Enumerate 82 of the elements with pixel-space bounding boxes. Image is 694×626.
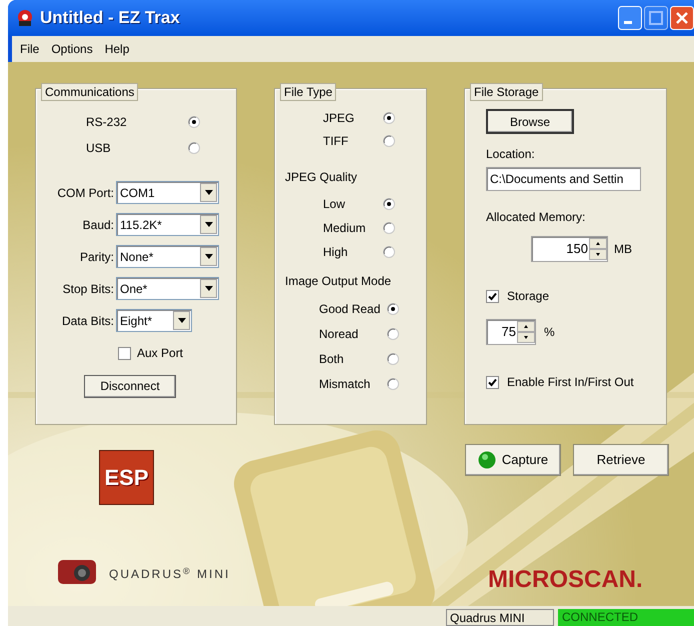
dropdown[interactable]: Eight* [116,309,192,332]
radio-button[interactable] [383,134,395,146]
checkbox-label: Storage [507,288,550,305]
status-text: Quadrus MINI [446,609,554,626]
app-icon [16,9,34,27]
brand-logo: MICROSCAN. [488,565,643,595]
spin-box[interactable]: 75 [486,319,536,345]
radio-button[interactable] [383,198,395,210]
checkbox-label: Enable First In/First Out [507,374,634,391]
dropdown[interactable]: COM1 [116,181,219,204]
radio-button[interactable] [383,246,395,258]
option-label: RS-232 [86,114,128,131]
maximize-icon[interactable] [644,6,668,30]
field-label: Parity: [78,248,115,266]
group-title: File Type [280,83,336,101]
field-label: Stop Bits: [62,280,115,298]
dropdown[interactable]: One* [116,277,219,300]
unit-label: MB [614,241,632,258]
dropdown[interactable]: None* [116,245,219,268]
group-title: File Storage [470,83,543,101]
group-title: Communications [41,83,138,101]
close-icon[interactable] [670,6,694,30]
button[interactable]: Retrieve [573,444,669,476]
radio-button[interactable] [387,328,399,340]
option-label: Good Read [319,300,382,318]
checkbox[interactable] [486,376,499,388]
dropdown[interactable]: 115.2K* [116,213,219,236]
option-label: JPEG [323,110,356,126]
caret-icon [204,286,212,291]
button[interactable]: Capture [465,444,561,476]
caret-icon [204,254,212,259]
option-label: Both [319,350,345,368]
checkbox-label: Aux Port [137,345,184,362]
text-field[interactable]: C:\Documents and Settin [486,167,641,191]
spin-value: 75 [500,323,517,342]
radio-button[interactable] [387,352,399,364]
field-label: Allocated Memory: [486,209,586,226]
option-label: TIFF [323,132,350,150]
menu-item[interactable]: File [14,40,46,58]
option-label: Mismatch [319,376,372,392]
option-label: Noread [319,326,360,342]
menu-item[interactable]: Help [98,40,136,58]
section-heading: JPEG Quality [284,169,358,186]
status-light-icon [478,451,496,469]
section-heading: Image Output Mode [284,273,392,290]
dropdown-value: One* [120,280,148,298]
product-logo: QUADRUS$^{®}$ MINI [109,565,230,583]
unit-label: % [544,324,555,341]
radio-button[interactable] [383,112,395,124]
option-label: USB [86,140,112,157]
field-label: Location: [486,146,535,163]
radio-button[interactable] [387,302,399,314]
option-label: High [323,244,349,261]
dropdown-value: Eight* [120,312,154,330]
minimize-icon[interactable] [618,6,642,30]
logo: ESP [99,450,154,505]
menu-item[interactable]: Options [45,40,99,58]
dropdown-value: COM1 [120,184,156,202]
spin-box[interactable]: 150 [531,236,608,262]
window-title: Untitled - EZ Trax [40,7,180,30]
spin-value: 150 [565,240,589,258]
radio-button[interactable] [188,116,200,128]
caret-icon [204,222,212,227]
spin-arrows-icon[interactable] [517,321,535,343]
radio-button[interactable] [383,222,395,234]
checkbox[interactable] [118,346,131,360]
spin-arrows-icon[interactable] [589,238,607,260]
field-label: Data Bits: [60,312,115,330]
radio-button[interactable] [387,378,399,390]
option-label: Medium [323,220,367,237]
dropdown-value: None* [120,248,154,266]
option-label: Low [323,196,346,213]
checkbox[interactable] [486,290,499,302]
button[interactable]: Disconnect [84,374,176,398]
button[interactable]: Browse [486,109,574,134]
radio-button[interactable] [188,142,200,154]
field-label: Baud: [82,216,115,234]
caret-icon [204,190,212,195]
dropdown-value: 115.2K* [120,216,163,234]
status-text: CONNECTED [558,609,694,626]
field-label: COM Port: [56,184,115,202]
caret-icon [178,318,186,323]
